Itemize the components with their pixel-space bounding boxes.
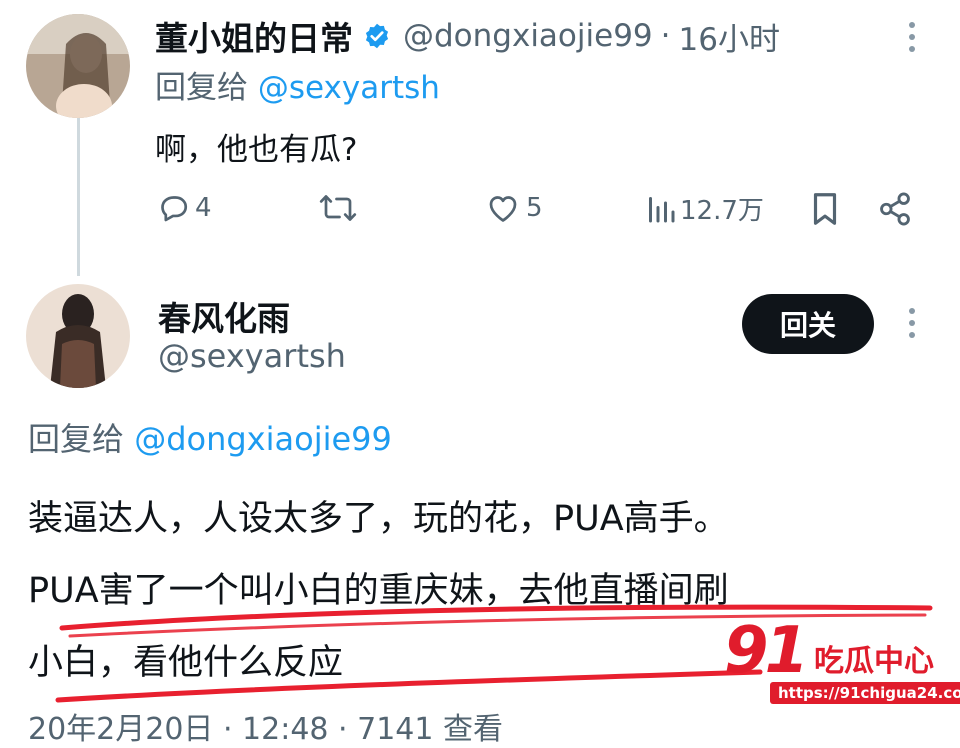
watermark: 91 吃瓜中心 https://91chigua24.com (724, 614, 960, 714)
watermark-number: 91 (724, 614, 809, 688)
annotation-underlines (55, 604, 933, 703)
watermark-url: https://91chigua24.com (770, 682, 960, 704)
watermark-name: 吃瓜中心 (814, 644, 934, 679)
